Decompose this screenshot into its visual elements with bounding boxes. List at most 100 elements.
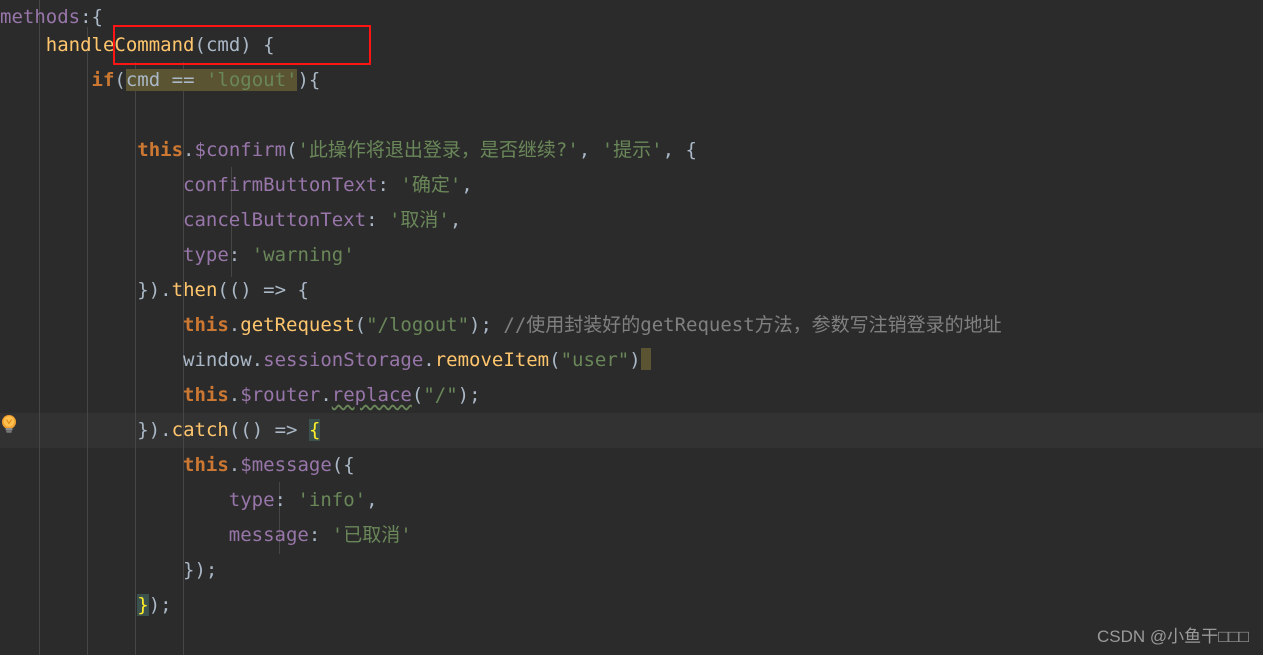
code-token: =>: [274, 419, 298, 441]
code-token: message: [228, 524, 309, 546]
code-line[interactable]: this.$confirm('此操作将退出登录，是否继续?', '提示', {: [0, 133, 697, 168]
code-line[interactable]: this.getRequest("/logout"); //使用封装好的getR…: [0, 308, 1002, 343]
code-line[interactable]: cancelButtonText: '取消',: [0, 203, 461, 238]
code-token: {: [251, 34, 275, 56]
code-token: (: [114, 69, 126, 91]
code-token: );: [457, 384, 481, 406]
code-token: "user": [560, 349, 630, 371]
code-token: '取消': [388, 209, 450, 231]
code-line[interactable]: window.sessionStorage.removeItem("user"): [0, 343, 651, 378]
code-token: //使用封装好的getRequest方法，参数写注销登录的地址: [503, 314, 1002, 336]
code-token: this: [183, 314, 229, 336]
code-line[interactable]: this.$message({: [0, 448, 355, 483]
code-token: if: [91, 69, 115, 91]
code-token: ((): [217, 279, 264, 301]
code-line[interactable]: this.$router.replace("/");: [0, 378, 481, 413]
code-token: , {: [662, 139, 697, 161]
code-token: }): [137, 419, 161, 441]
code-token: .: [228, 454, 241, 476]
intention-bulb-icon[interactable]: [0, 414, 18, 434]
code-token: cmd: [125, 69, 172, 91]
code-token: .: [423, 349, 435, 371]
code-line[interactable]: if(cmd == 'logout'){: [0, 63, 320, 98]
code-token: handleCommand: [45, 34, 195, 56]
code-token: ,: [366, 489, 378, 511]
code-token: :: [228, 244, 252, 266]
code-token: then: [171, 279, 218, 301]
code-token: .: [320, 384, 332, 406]
code-token: :: [308, 524, 332, 546]
code-token: 'warning': [251, 244, 355, 266]
code-token: '已取消': [331, 524, 412, 546]
code-token: '此操作将退出登录，是否继续?': [297, 139, 579, 161]
code-token: ): [240, 34, 252, 56]
code-token: replace: [331, 384, 412, 406]
code-token: removeItem: [434, 349, 550, 371]
code-token: ({: [331, 454, 355, 476]
code-line[interactable]: type: 'info',: [0, 483, 378, 518]
code-token: ((): [228, 419, 275, 441]
code-token: $confirm: [194, 139, 287, 161]
code-token: $message: [240, 454, 332, 476]
code-line[interactable]: });: [0, 588, 172, 623]
code-token: "/logout": [366, 314, 470, 336]
code-line[interactable]: confirmButtonText: '确定',: [0, 168, 473, 203]
code-token: this: [183, 384, 229, 406]
code-token: window: [183, 349, 252, 371]
code-token: :: [80, 6, 92, 28]
code-token: '提示': [601, 139, 663, 161]
code-token: });: [183, 559, 218, 581]
code-token: type: [228, 489, 275, 511]
code-token: 'info': [297, 489, 367, 511]
code-line[interactable]: handleCommand(cmd) {: [0, 28, 275, 63]
code-line[interactable]: }).catch(() => {: [0, 413, 321, 448]
code-token: getRequest: [240, 314, 355, 336]
code-token: );: [469, 314, 504, 336]
code-token: (: [411, 384, 424, 406]
code-token: );: [148, 594, 172, 616]
code-token: :: [377, 174, 401, 196]
code-token: .: [228, 384, 241, 406]
source-code[interactable]: methods:{ handleCommand(cmd) { if(cmd ==…: [0, 0, 1263, 655]
code-token: ): [297, 69, 309, 91]
code-token: {: [286, 279, 309, 301]
code-token: cmd: [205, 34, 241, 56]
code-token: :: [274, 489, 298, 511]
code-token: confirmButtonText: [183, 174, 378, 196]
code-token: {: [91, 6, 103, 28]
code-line[interactable]: type: 'warning': [0, 238, 355, 273]
code-token: methods: [0, 6, 81, 28]
code-token: (: [286, 139, 298, 161]
code-token: }): [137, 279, 161, 301]
code-token: ,: [461, 174, 473, 196]
code-line[interactable]: });: [0, 553, 217, 588]
code-token: '确定': [400, 174, 462, 196]
code-editor-pane[interactable]: methods:{ handleCommand(cmd) { if(cmd ==…: [0, 0, 1263, 655]
code-token: ): [629, 349, 641, 371]
code-token: catch: [171, 419, 229, 441]
code-token: 'logout': [205, 69, 298, 91]
code-token: $router: [240, 384, 321, 406]
code-token: ,: [578, 139, 602, 161]
code-token: this: [183, 454, 229, 476]
code-token: (: [354, 314, 367, 336]
code-token: ==: [171, 69, 206, 91]
csdn-watermark: CSDN @小鱼干□□□: [1097, 627, 1249, 646]
code-line[interactable]: }).then(() => {: [0, 273, 309, 308]
code-token: .: [251, 349, 264, 371]
code-token: type: [183, 244, 229, 266]
code-line[interactable]: message: '已取消': [0, 518, 412, 553]
